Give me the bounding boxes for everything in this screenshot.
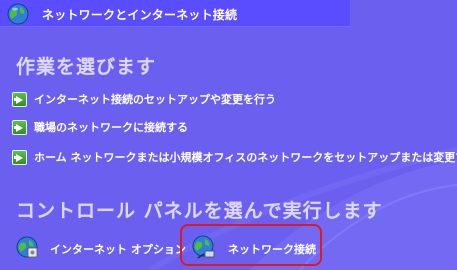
window-title: ネットワークとインターネット接続 bbox=[42, 8, 238, 22]
task-workplace-network[interactable]: 職場のネットワークに接続する bbox=[12, 118, 188, 136]
tasks-heading: 作業を選びます bbox=[16, 56, 157, 78]
title-bar: ネットワークとインターネット接続 bbox=[0, 0, 350, 27]
green-arrow-icon bbox=[12, 119, 27, 135]
control-panel-heading: コントロール パネルを選んで実行します bbox=[16, 200, 383, 222]
task-label: インターネット接続のセットアップや変更を行う bbox=[34, 93, 276, 106]
green-arrow-icon bbox=[12, 91, 27, 107]
network-globe-icon bbox=[6, 2, 30, 30]
control-panel-item-internet-options[interactable]: インターネット オプション bbox=[14, 234, 186, 263]
task-internet-connection[interactable]: インターネット接続のセットアップや変更を行う bbox=[12, 90, 276, 108]
task-label: 職場のネットワークに接続する bbox=[34, 121, 188, 134]
task-home-office-network[interactable]: ホーム ネットワークまたは小規模オフィスのネットワークをセットアップまたは変更す… bbox=[12, 148, 457, 166]
highlight-annotation bbox=[180, 224, 322, 266]
internet-options-icon bbox=[14, 234, 40, 263]
control-panel-item-label: インターネット オプション bbox=[50, 242, 186, 256]
green-arrow-icon bbox=[12, 149, 27, 165]
task-label: ホーム ネットワークまたは小規模オフィスのネットワークをセットアップまたは変更す… bbox=[34, 151, 457, 164]
